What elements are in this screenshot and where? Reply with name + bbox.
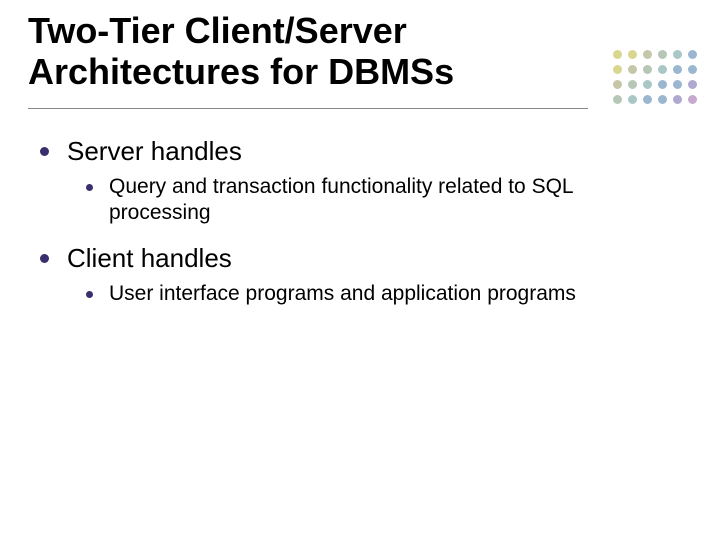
bullet-icon [86,291,93,298]
list-item: Server handles [40,135,660,168]
list-subitem-label: Query and transaction functionality rela… [109,174,649,227]
dot-icon [673,65,682,74]
list-item: Client handles [40,242,660,275]
bullet-icon [40,254,49,263]
dot-icon [658,95,667,104]
dot-icon [658,80,667,89]
dot-icon [673,95,682,104]
list-subitem: User interface programs and application … [86,281,660,307]
dot-icon [628,80,637,89]
list-subitem: Query and transaction functionality rela… [86,174,660,227]
slide-title: Two-Tier Client/Server Architectures for… [28,10,588,93]
title-underline [28,108,588,109]
dot-icon [688,95,697,104]
dot-icon [658,65,667,74]
dot-icon [643,80,652,89]
dot-icon [643,95,652,104]
bullet-icon [40,147,49,156]
decorative-dot-grid [613,50,700,107]
dot-icon [673,50,682,59]
dot-icon [673,80,682,89]
dot-icon [688,80,697,89]
dot-icon [628,50,637,59]
dot-icon [613,80,622,89]
dot-icon [628,65,637,74]
dot-icon [613,95,622,104]
dot-icon [643,65,652,74]
dot-icon [658,50,667,59]
list-item-label: Client handles [67,242,232,275]
bullet-icon [86,184,93,191]
slide-body: Server handles Query and transaction fun… [40,135,660,323]
dot-icon [688,50,697,59]
list-subitem-label: User interface programs and application … [109,281,576,307]
dot-icon [628,95,637,104]
list-item-label: Server handles [67,135,242,168]
dot-icon [613,65,622,74]
dot-icon [688,65,697,74]
dot-icon [643,50,652,59]
dot-icon [613,50,622,59]
